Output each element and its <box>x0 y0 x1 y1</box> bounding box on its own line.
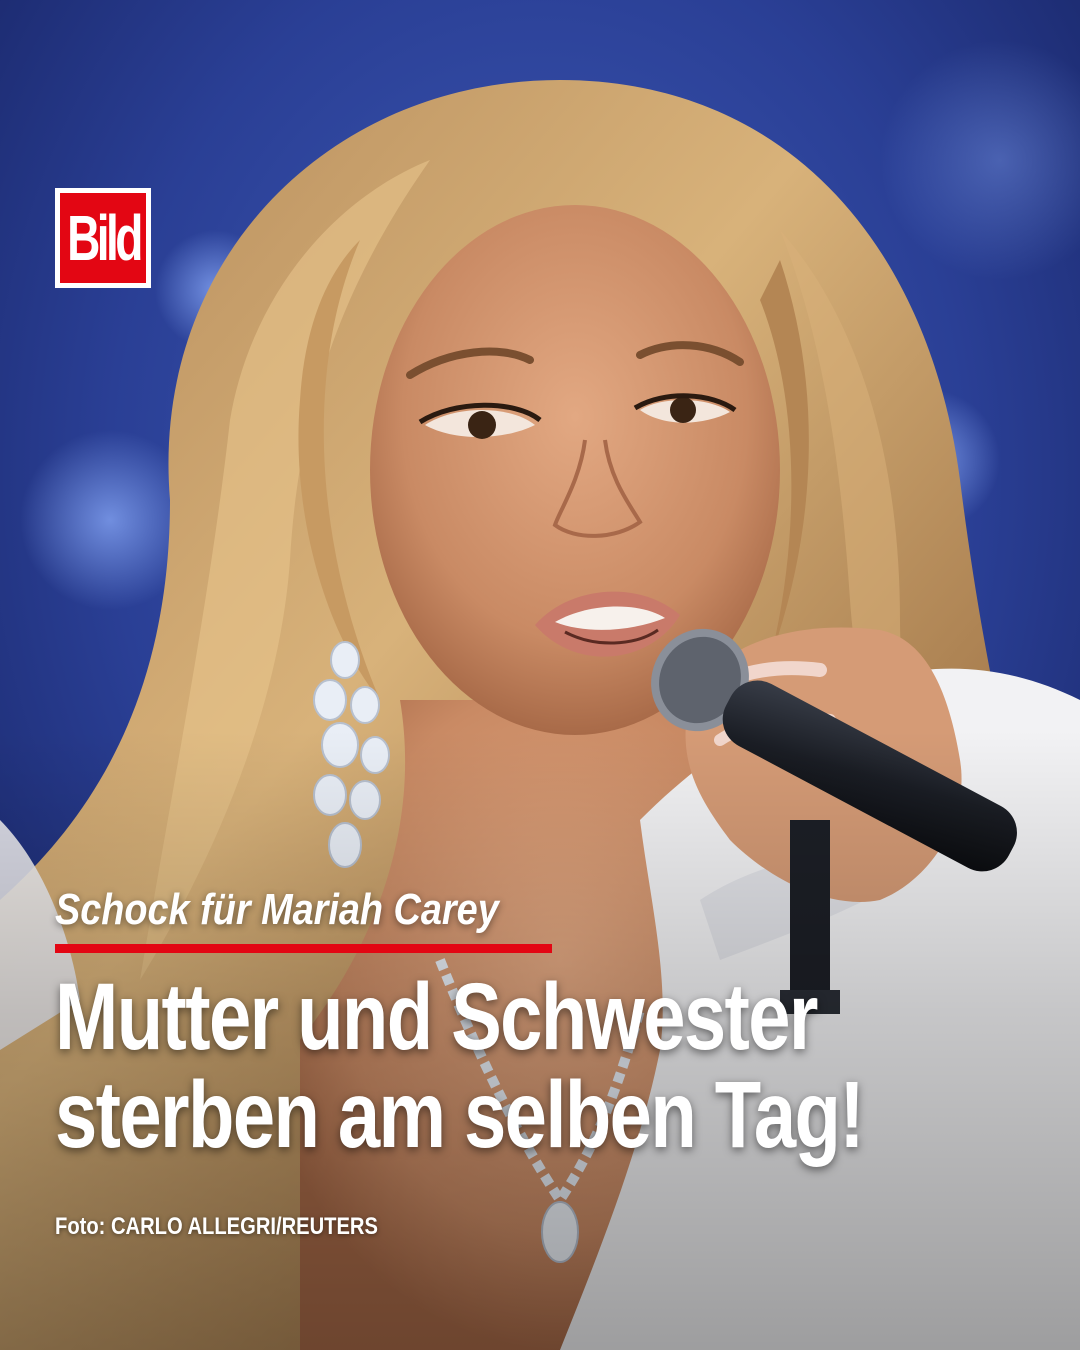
bild-logo: Bild <box>55 188 151 288</box>
kicker-underline <box>55 944 552 953</box>
kicker: Schock für Mariah Carey <box>55 885 499 934</box>
headline-line-1: Mutter und Schwester <box>55 964 818 1070</box>
photo-credit: Foto: CARLO ALLEGRI/REUTERS <box>55 1213 378 1240</box>
headline-line-2: sterben am selben Tag! <box>55 1062 865 1168</box>
headline: Mutter und Schwester sterben am selben T… <box>55 964 865 1168</box>
bild-logo-text: Bild <box>66 202 143 274</box>
bild-logo-red-box: Bild <box>60 193 146 283</box>
post-image: Bild Schock für Mariah Carey Mutter und … <box>0 0 1080 1350</box>
